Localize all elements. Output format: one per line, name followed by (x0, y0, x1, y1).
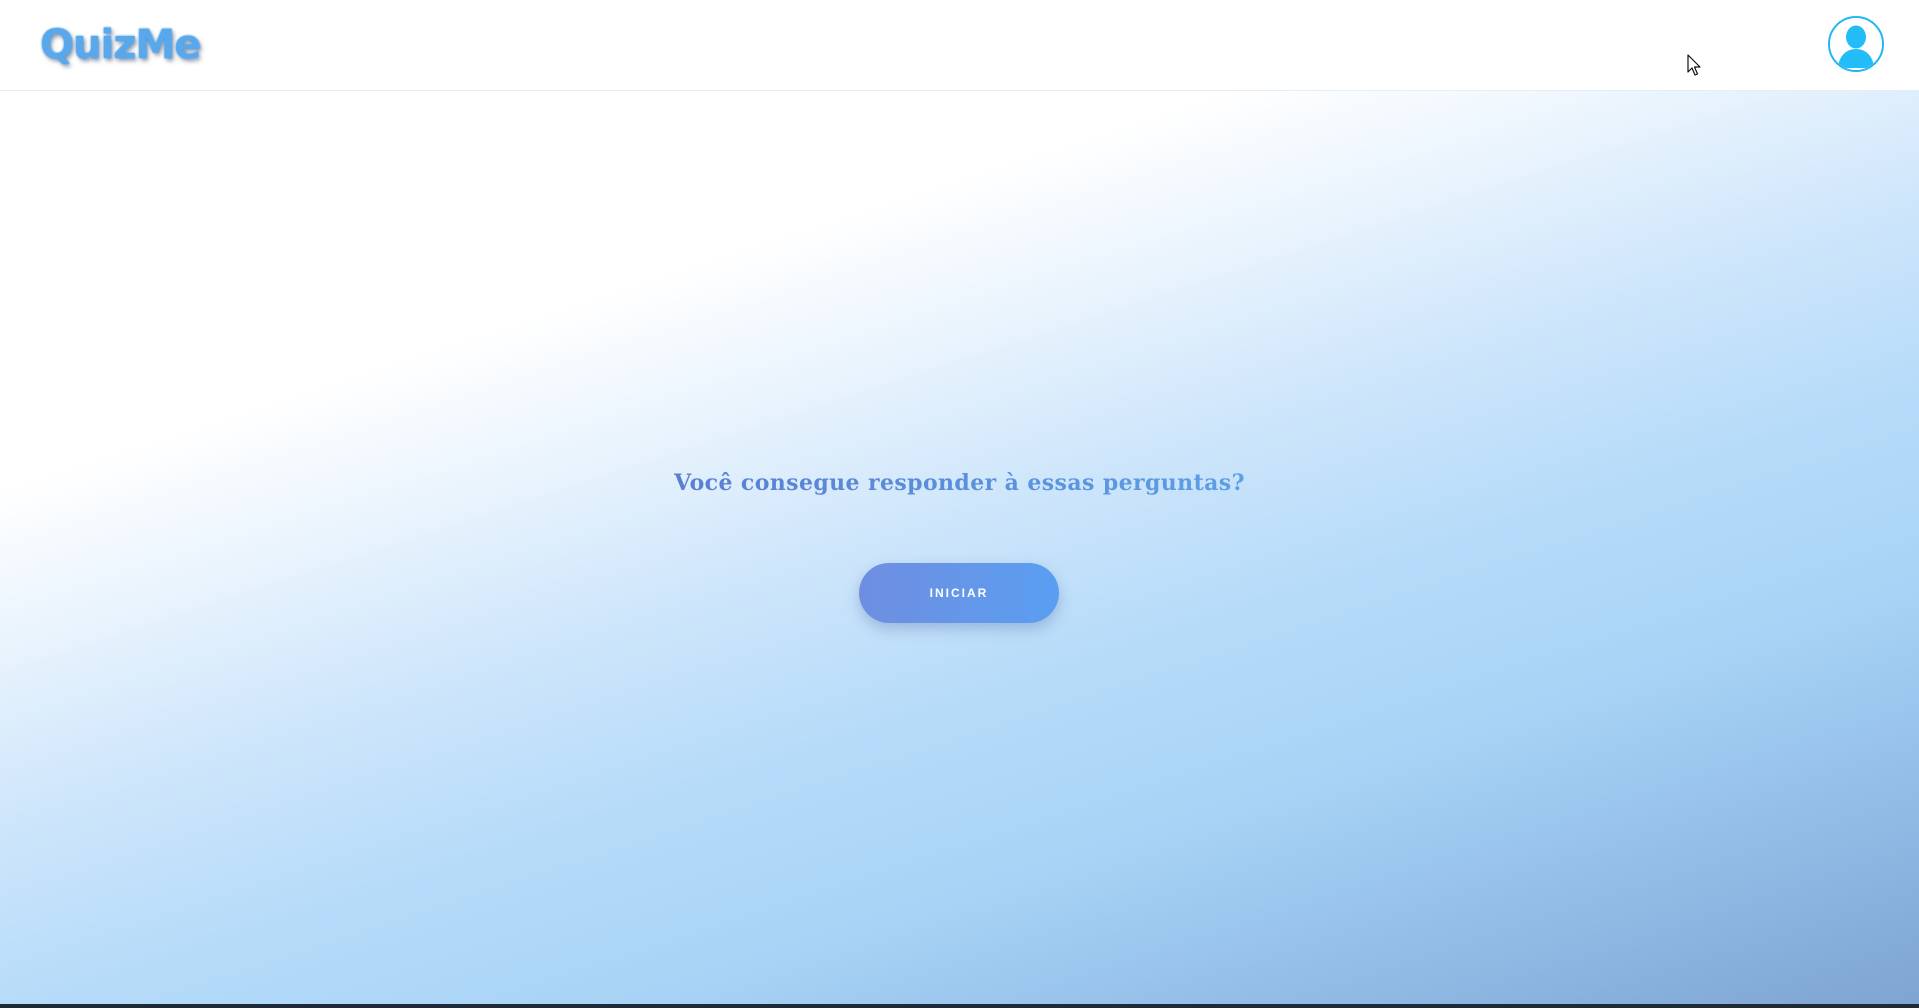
quiz-prompt-text: Você consegue responder à essas pergunta… (674, 470, 1245, 496)
background-gradient (0, 0, 1919, 1008)
top-navbar: QuizMe (0, 0, 1919, 91)
app-logo[interactable]: QuizMe (40, 22, 201, 68)
bottom-edge-bar (0, 1004, 1919, 1008)
quiz-home-page: QuizMe Você consegue responder à essas p… (0, 0, 1919, 1008)
start-quiz-button[interactable]: INICIAR (859, 563, 1059, 623)
person-icon (1830, 18, 1882, 70)
quiz-prompt-heading: Você consegue responder à essas pergunta… (0, 470, 1919, 496)
mouse-cursor-icon (1687, 54, 1701, 76)
user-avatar-icon[interactable] (1828, 16, 1884, 72)
